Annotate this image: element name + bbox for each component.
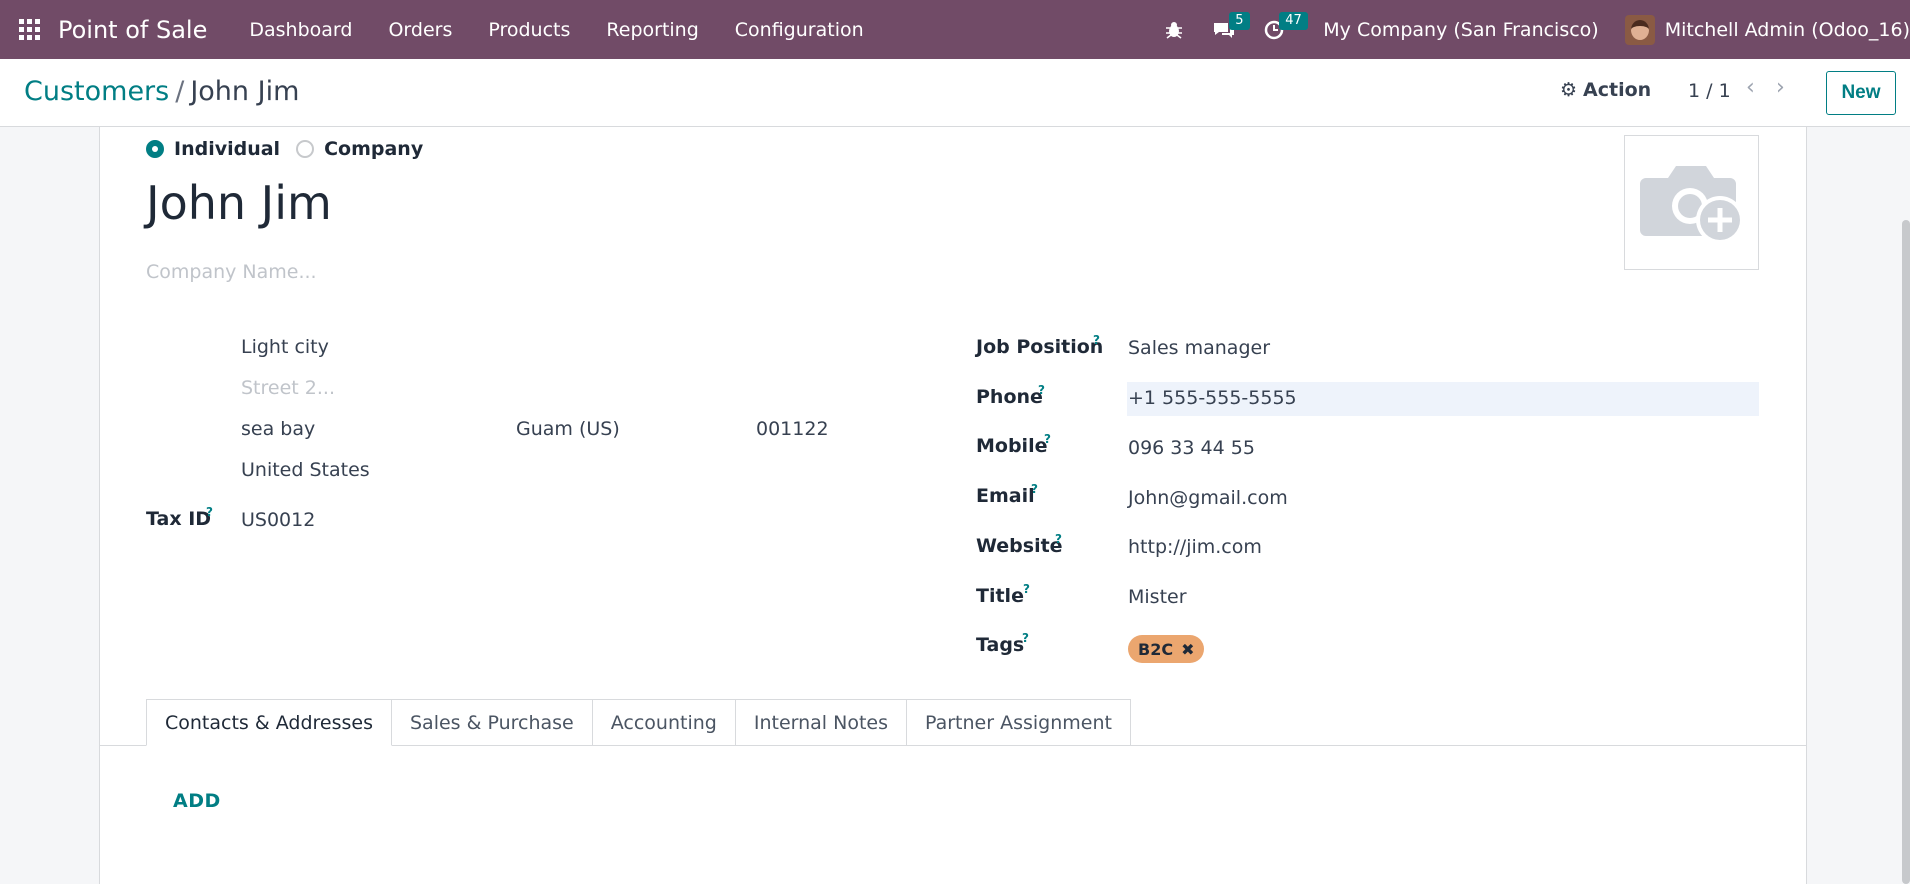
job-position-help-icon[interactable]: ?	[1093, 333, 1100, 347]
radio-company-label[interactable]: Company	[324, 138, 423, 160]
job-position-field[interactable]: Sales manager	[1128, 337, 1270, 359]
user-menu[interactable]: Mitchell Admin (Odoo_16)	[1665, 19, 1910, 41]
scrollbar[interactable]	[1902, 220, 1910, 884]
pager-next-icon[interactable]: ›	[1776, 75, 1785, 100]
camera-add-icon	[1639, 165, 1744, 244]
messages-icon[interactable]: 5	[1199, 0, 1250, 59]
menu-configuration[interactable]: Configuration	[717, 19, 882, 41]
website-help-icon[interactable]: ?	[1055, 532, 1062, 546]
state-field[interactable]: Guam (US)	[516, 418, 620, 440]
breadcrumb: Customers / John Jim	[24, 76, 299, 107]
tab-partner-assignment[interactable]: Partner Assignment	[907, 699, 1131, 746]
activities-count-badge: 47	[1279, 12, 1308, 30]
radio-company[interactable]	[296, 140, 315, 158]
menu-reporting[interactable]: Reporting	[588, 19, 716, 41]
menu-dashboard[interactable]: Dashboard	[231, 19, 370, 41]
email-help-icon[interactable]: ?	[1031, 482, 1038, 496]
company-name-field[interactable]: Company Name...	[146, 261, 317, 283]
radio-individual[interactable]	[146, 140, 164, 158]
zip-field[interactable]: 001122	[756, 418, 829, 440]
company-switcher[interactable]: My Company (San Francisco)	[1323, 19, 1598, 41]
apps-menu-icon[interactable]	[0, 0, 58, 59]
mobile-label: Mobile	[976, 435, 1048, 457]
title-help-icon[interactable]: ?	[1023, 582, 1030, 596]
action-button[interactable]: ⚙ Action	[1560, 79, 1651, 101]
tax-id-label: Tax ID	[146, 508, 212, 530]
phone-help-icon[interactable]: ?	[1038, 383, 1045, 397]
tag-remove-icon[interactable]: ✖	[1181, 640, 1194, 659]
tax-id-field[interactable]: US0012	[241, 509, 315, 531]
messages-count-badge: 5	[1229, 12, 1250, 30]
menu-products[interactable]: Products	[470, 19, 588, 41]
website-field[interactable]: http://jim.com	[1128, 536, 1262, 558]
tag-b2c: B2C ✖	[1128, 635, 1205, 663]
new-button[interactable]: New	[1826, 71, 1896, 115]
activities-clock-icon[interactable]: 47	[1249, 0, 1308, 59]
website-label: Website	[976, 535, 1063, 557]
breadcrumb-customers[interactable]: Customers	[24, 76, 169, 107]
mobile-help-icon[interactable]: ?	[1044, 432, 1051, 446]
partner-type-selector: Individual Company	[146, 138, 439, 160]
tab-internal-notes[interactable]: Internal Notes	[735, 699, 907, 746]
pager-value[interactable]: 1 / 1	[1688, 80, 1731, 102]
debug-bug-icon[interactable]	[1149, 0, 1199, 59]
tab-accounting[interactable]: Accounting	[592, 699, 736, 746]
partner-image-upload[interactable]	[1624, 135, 1759, 270]
top-navbar: Point of Sale Dashboard Orders Products …	[0, 0, 1910, 59]
app-title[interactable]: Point of Sale	[58, 16, 207, 44]
user-avatar[interactable]	[1624, 14, 1655, 45]
title-label: Title	[976, 585, 1024, 607]
tab-contacts-addresses[interactable]: Contacts & Addresses	[146, 699, 392, 746]
phone-field[interactable]: +1 555-555-5555	[1128, 387, 1297, 409]
form-sheet	[99, 127, 1807, 884]
control-panel: Customers / John Jim ⚙ Action 1 / 1 ‹ › Ne…	[0, 59, 1910, 127]
partner-name-field[interactable]: John Jim	[146, 176, 332, 230]
notebook-tabs: Contacts & Addresses Sales & Purchase Ac…	[146, 699, 1131, 746]
title-field[interactable]: Mister	[1128, 586, 1187, 608]
breadcrumb-current: John Jim	[190, 76, 300, 107]
menu-orders[interactable]: Orders	[370, 19, 470, 41]
email-label: Email	[976, 485, 1035, 507]
breadcrumb-separator: /	[175, 76, 185, 107]
phone-label: Phone	[976, 386, 1043, 408]
email-field[interactable]: John@gmail.com	[1128, 487, 1288, 509]
city-field[interactable]: sea bay	[241, 418, 315, 440]
tags-label: Tags	[976, 634, 1025, 656]
tags-help-icon[interactable]: ?	[1022, 631, 1029, 645]
radio-individual-label[interactable]: Individual	[174, 138, 280, 160]
street2-field[interactable]: Street 2...	[241, 377, 335, 399]
tax-id-help-icon[interactable]: ?	[206, 505, 213, 519]
mobile-field[interactable]: 096 33 44 55	[1128, 437, 1255, 459]
gear-icon: ⚙	[1560, 79, 1578, 101]
tab-sales-purchase[interactable]: Sales & Purchase	[391, 699, 593, 746]
action-label: Action	[1583, 79, 1652, 101]
pager-previous-icon[interactable]: ‹	[1746, 75, 1755, 100]
tag-b2c-label: B2C	[1138, 639, 1174, 659]
job-position-label: Job Position	[976, 336, 1104, 358]
add-contact-button[interactable]: ADD	[173, 790, 221, 812]
country-field[interactable]: United States	[241, 459, 370, 481]
street-field[interactable]: Light city	[241, 336, 329, 358]
